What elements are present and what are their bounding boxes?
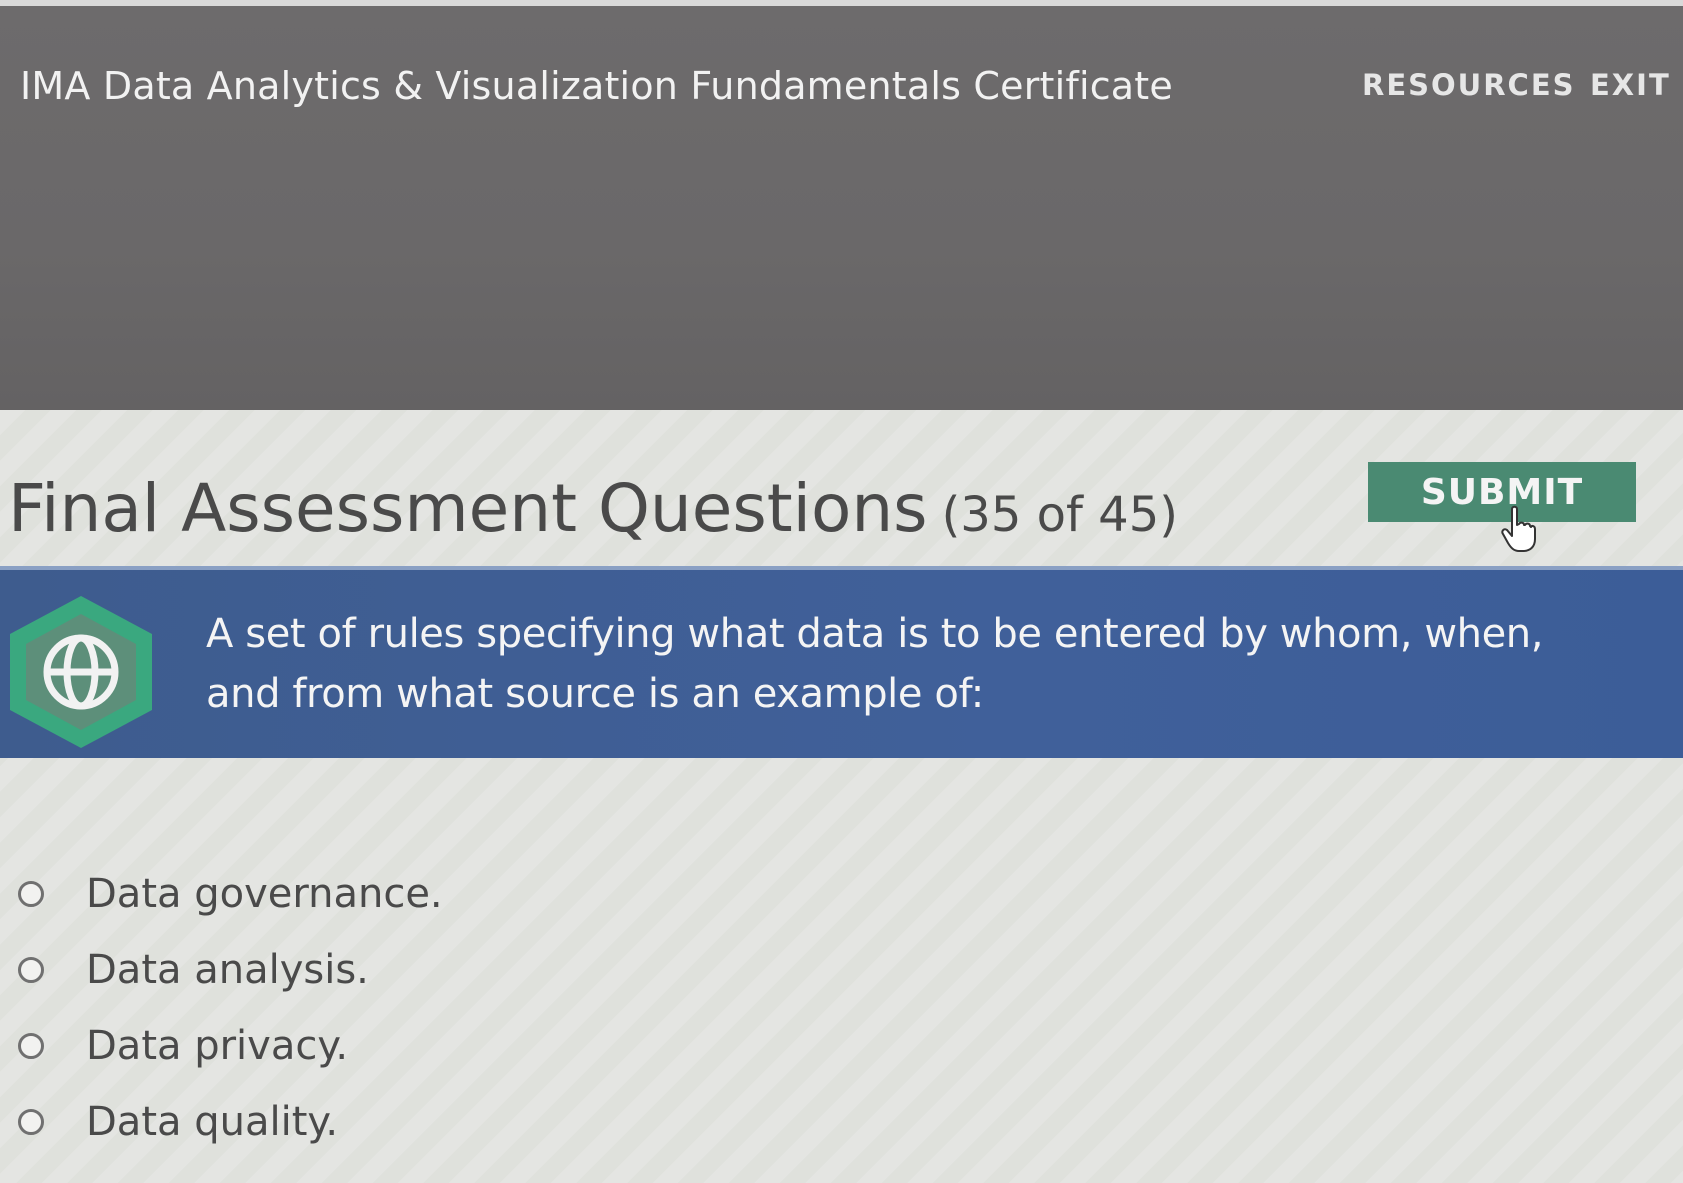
radio-button[interactable] (18, 1109, 44, 1135)
question-badge (10, 596, 152, 748)
radio-button[interactable] (18, 881, 44, 907)
option-label: Data privacy. (86, 1023, 349, 1069)
option-label: Data analysis. (86, 947, 369, 993)
hand-pointer-icon (1501, 505, 1536, 552)
assessment-page: IMA Data Analytics & Visualization Funda… (0, 0, 1683, 1183)
top-header: IMA Data Analytics & Visualization Funda… (0, 0, 1683, 410)
assessment-heading: Final Assessment Questions (35 of 45) (8, 470, 1178, 547)
radio-button[interactable] (18, 1033, 44, 1059)
answer-options: Data governance. Data analysis. Data pri… (18, 856, 818, 1160)
option-data-governance[interactable]: Data governance. (18, 856, 818, 932)
question-text: A set of rules specifying what data is t… (206, 611, 1544, 717)
resources-link[interactable]: RESOURCES (1362, 68, 1576, 102)
question-progress: (35 of 45) (941, 487, 1178, 543)
option-data-quality[interactable]: Data quality. (18, 1084, 818, 1160)
course-title: IMA Data Analytics & Visualization Funda… (20, 64, 1173, 108)
exit-link[interactable]: EXIT (1590, 68, 1671, 102)
option-data-analysis[interactable]: Data analysis. (18, 932, 818, 1008)
option-data-privacy[interactable]: Data privacy. (18, 1008, 818, 1084)
radio-button[interactable] (18, 957, 44, 983)
option-label: Data governance. (86, 871, 443, 917)
option-label: Data quality. (86, 1099, 339, 1145)
page-title: Final Assessment Questions (8, 470, 928, 547)
